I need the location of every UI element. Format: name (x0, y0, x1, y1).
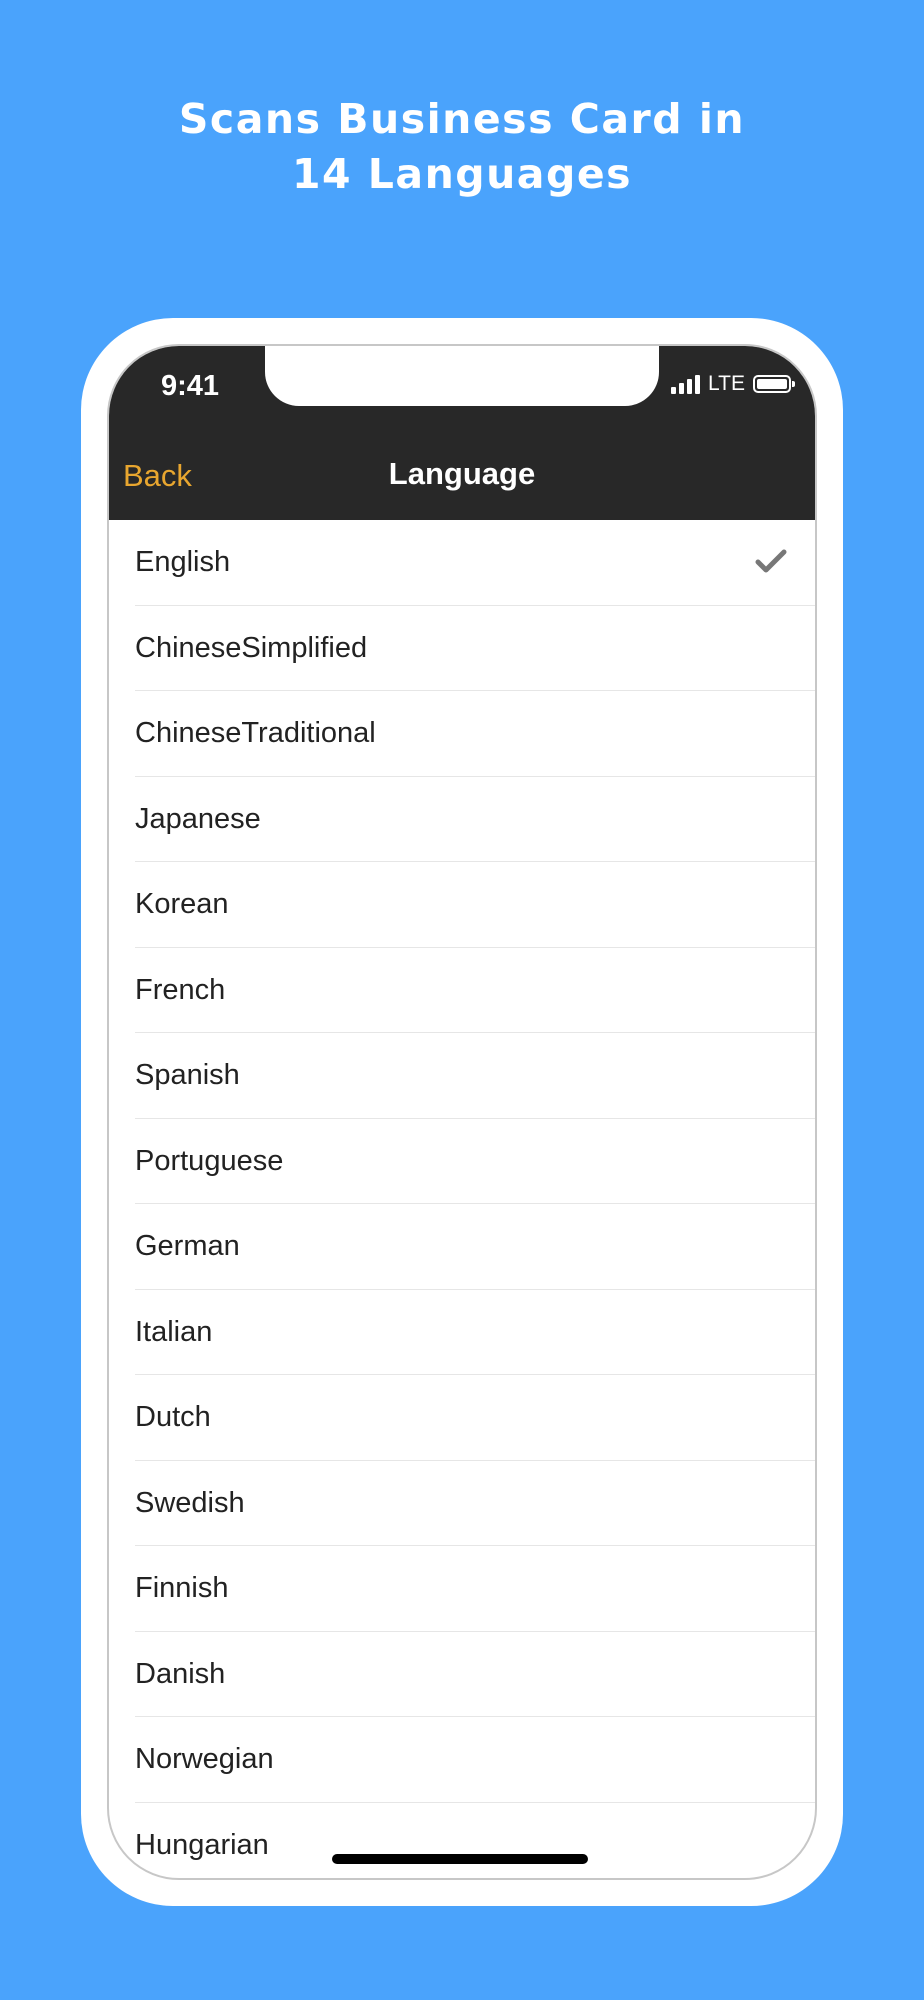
language-label: ChineseSimplified (135, 631, 368, 664)
headline-line-2: 14 Languages (291, 150, 633, 198)
language-label: German (135, 1230, 240, 1263)
language-row-dutch[interactable]: Dutch (109, 1375, 815, 1461)
language-label: French (135, 973, 226, 1006)
checkmark-icon (755, 549, 787, 573)
language-label: Hungarian (135, 1828, 269, 1861)
language-list: English ChineseSimplified ChineseTraditi… (109, 520, 815, 1879)
language-row-hungarian[interactable]: Hungarian (109, 1803, 815, 1879)
headline-line-1: Scans Business Card in (178, 95, 746, 143)
language-label: Swedish (135, 1486, 245, 1519)
language-row-german[interactable]: German (109, 1204, 815, 1290)
language-label: Portuguese (135, 1144, 284, 1177)
phone-frame: 9:41 LTE Back Language English ChineseSi… (81, 318, 843, 1906)
language-row-finnish[interactable]: Finnish (109, 1546, 815, 1632)
phone-screen: 9:41 LTE Back Language English ChineseSi… (107, 344, 817, 1880)
language-row-italian[interactable]: Italian (109, 1290, 815, 1376)
language-row-norwegian[interactable]: Norwegian (109, 1717, 815, 1803)
marketing-headline: Scans Business Card in 14 Languages (0, 92, 924, 202)
language-label: English (135, 546, 231, 579)
language-label: Italian (135, 1315, 213, 1348)
phone-notch (265, 346, 659, 406)
language-row-chinese-simplified[interactable]: ChineseSimplified (109, 606, 815, 692)
status-icons: LTE (671, 372, 795, 396)
language-row-spanish[interactable]: Spanish (109, 1033, 815, 1119)
signal-icon (671, 374, 701, 394)
home-indicator[interactable] (332, 1854, 588, 1864)
language-row-swedish[interactable]: Swedish (109, 1461, 815, 1547)
language-label: Dutch (135, 1401, 211, 1434)
language-row-english[interactable]: English (109, 520, 815, 606)
status-time: 9:41 (161, 370, 220, 402)
language-label: Korean (135, 888, 229, 921)
language-label: Norwegian (135, 1743, 274, 1776)
network-type: LTE (708, 372, 745, 395)
language-label: Danish (135, 1657, 226, 1690)
language-row-chinese-traditional[interactable]: ChineseTraditional (109, 691, 815, 777)
page-title: Language (388, 456, 536, 491)
language-label: Finnish (135, 1572, 229, 1605)
navigation-bar: 9:41 LTE Back Language (109, 346, 815, 520)
language-row-japanese[interactable]: Japanese (109, 777, 815, 863)
language-row-danish[interactable]: Danish (109, 1632, 815, 1718)
language-label: ChineseTraditional (135, 717, 376, 750)
language-row-korean[interactable]: Korean (109, 862, 815, 948)
language-label: Japanese (135, 802, 261, 835)
language-row-french[interactable]: French (109, 948, 815, 1034)
language-label: Spanish (135, 1059, 240, 1092)
language-row-portuguese[interactable]: Portuguese (109, 1119, 815, 1205)
battery-icon (753, 375, 795, 393)
